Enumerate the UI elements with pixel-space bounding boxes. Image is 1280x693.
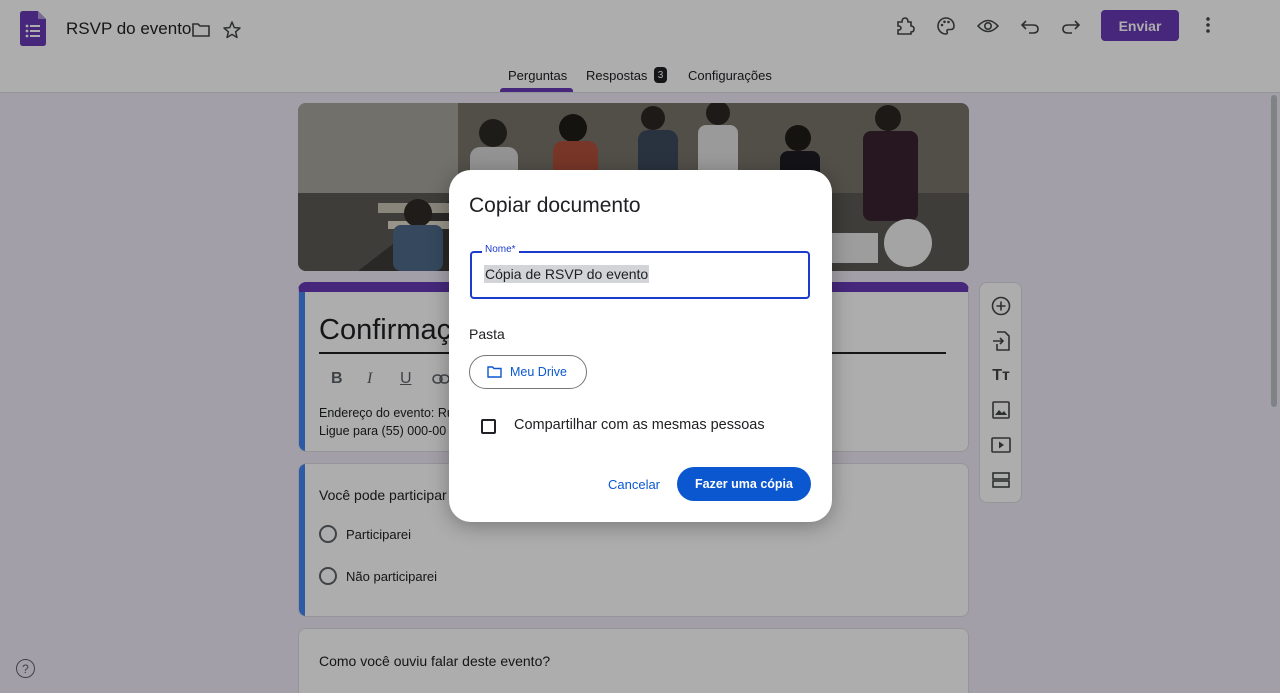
name-field-value[interactable]: Cópia de RSVP do evento xyxy=(484,265,650,283)
make-copy-button[interactable]: Fazer uma cópia xyxy=(677,467,811,501)
share-checkbox-label[interactable]: Compartilhar com as mesmas pessoas xyxy=(514,417,765,433)
share-checkbox[interactable] xyxy=(481,419,496,434)
folder-picker-button[interactable]: Meu Drive xyxy=(469,355,587,389)
copy-document-dialog: Copiar documento Nome* Cópia de RSVP do … xyxy=(449,170,832,522)
folder-icon xyxy=(487,366,502,378)
cancel-button[interactable]: Cancelar xyxy=(599,467,669,501)
name-field-label: Nome* xyxy=(482,244,519,255)
folder-label: Pasta xyxy=(469,326,505,342)
dialog-title: Copiar documento xyxy=(469,194,641,217)
folder-picker-label: Meu Drive xyxy=(510,365,567,379)
name-field[interactable]: Nome* Cópia de RSVP do evento xyxy=(470,244,810,299)
